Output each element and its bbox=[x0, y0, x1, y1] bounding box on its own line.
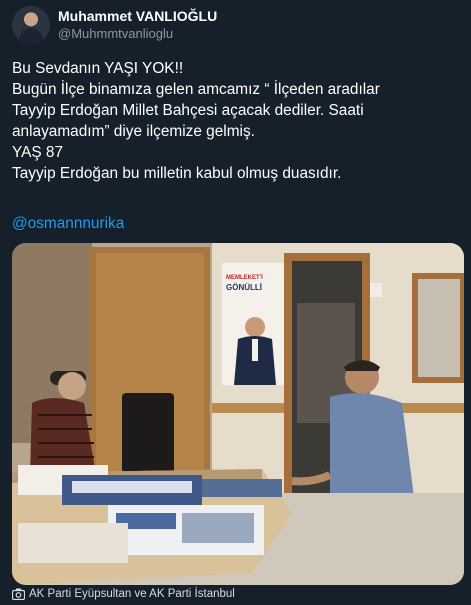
tweet-photo[interactable]: MEMLEKET'İ GÖNÜLLİ bbox=[12, 243, 464, 585]
tweet-line: Tayyip Erdoğan Millet Bahçesi açacak ded… bbox=[12, 102, 364, 119]
camera-icon bbox=[12, 588, 25, 600]
photo-credit-text: AK Parti Eyüpsultan ve AK Parti İstanbul bbox=[29, 588, 235, 600]
photo-credit: AK Parti Eyüpsultan ve AK Parti İstanbul bbox=[12, 588, 235, 600]
avatar[interactable] bbox=[12, 6, 50, 44]
poster: MEMLEKET'İ GÖNÜLLİ bbox=[222, 263, 284, 385]
photo-illustration: MEMLEKET'İ GÖNÜLLİ bbox=[12, 243, 464, 585]
poster-line1: MEMLEKET'İ bbox=[226, 274, 263, 281]
tweet-line: anlayamadım” diye ilçemize gelmiş. bbox=[12, 123, 255, 140]
tweet-line: YAŞ 87 bbox=[12, 144, 64, 161]
tweet-line: Bu Sevdanın YAŞI YOK!! bbox=[12, 60, 184, 77]
tweet-text: Bu Sevdanın YAŞI YOK!! Bugün İlçe binamı… bbox=[12, 58, 464, 184]
author-name[interactable]: Muhammet VANLIOĞLU bbox=[58, 8, 217, 24]
tweet-line: Tayyip Erdoğan bu milletin kabul olmuş d… bbox=[12, 165, 342, 182]
poster-line2: GÖNÜLLİ bbox=[226, 283, 262, 292]
tweet-header: Muhammet VANLIOĞLU @Muhmmtvanlioglu bbox=[12, 6, 452, 46]
author-handle[interactable]: @Muhmmtvanlioglu bbox=[58, 26, 173, 41]
mention-link[interactable]: @osmannnurika bbox=[12, 215, 124, 233]
tweet-line: Bugün İlçe binamıza gelen amcamız “ İlçe… bbox=[12, 81, 380, 98]
